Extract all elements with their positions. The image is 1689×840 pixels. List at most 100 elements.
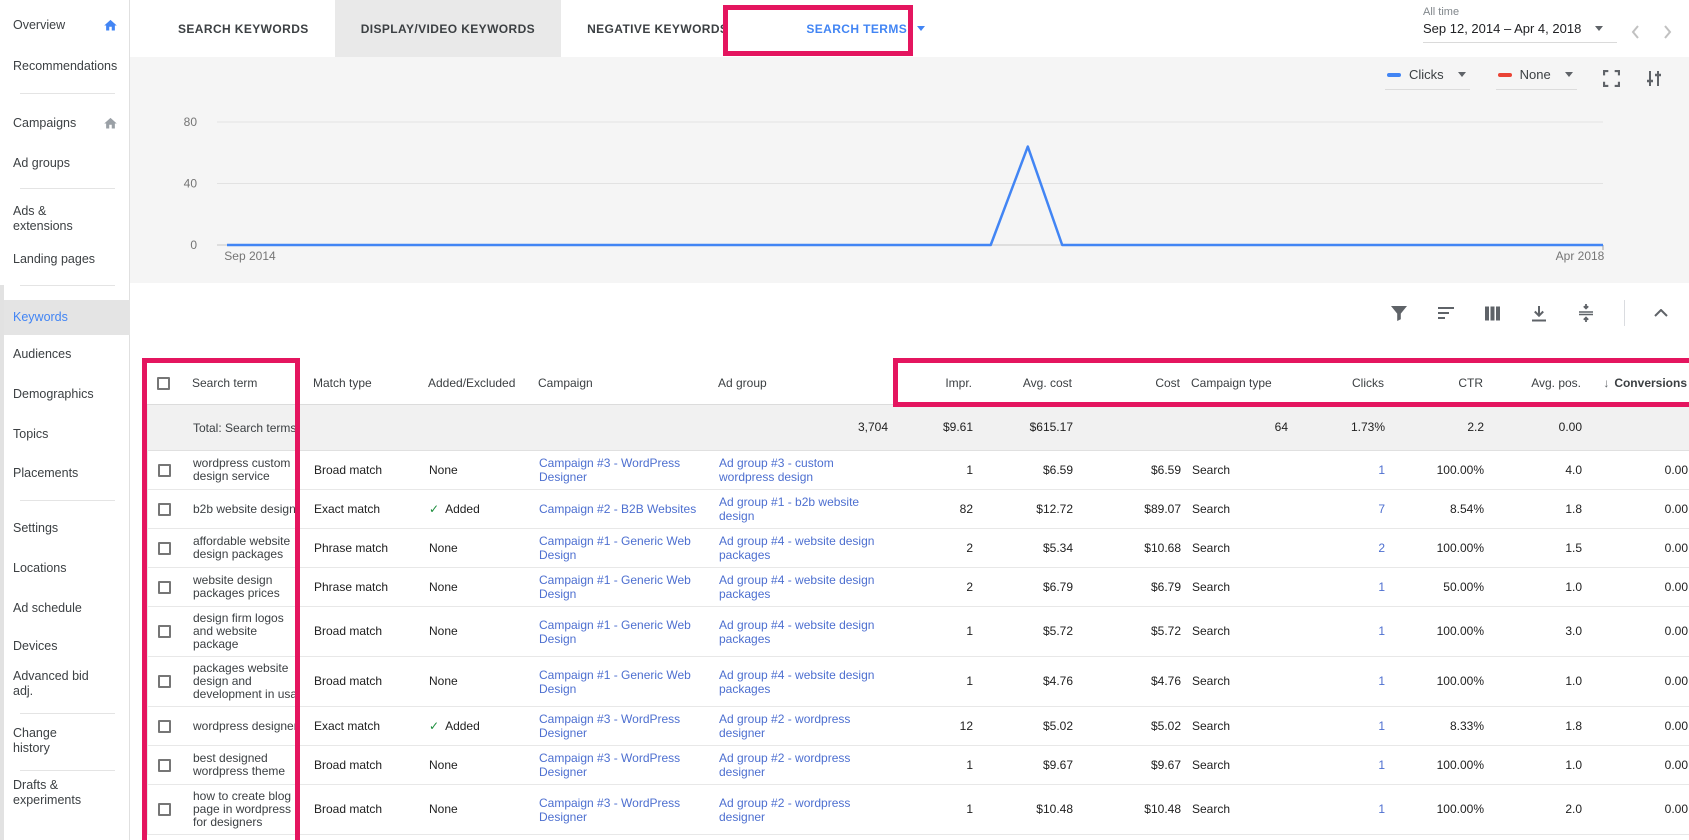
table-header-cell-search-term[interactable]: Search term: [180, 372, 305, 395]
campaign-link[interactable]: Campaign #1 - Generic Web Design: [531, 663, 711, 701]
ad-group-link[interactable]: Ad group #4 - website design packages: [711, 568, 891, 606]
date-prev-button[interactable]: [1625, 22, 1645, 42]
sidebar-item-recommendations[interactable]: Recommendations: [0, 51, 130, 81]
campaign-type-cell: Search: [1184, 459, 1291, 482]
table-header-cell-added-excluded[interactable]: Added/Excluded: [420, 372, 530, 395]
ad-group-link[interactable]: Ad group #2 - wordpress designer: [711, 746, 891, 784]
sidebar-item-ad-groups[interactable]: Ad groups: [0, 148, 130, 178]
row-checkbox[interactable]: [158, 720, 171, 733]
sidebar-item-label: Campaigns: [13, 116, 76, 131]
table-toolbar: [1390, 300, 1668, 326]
sidebar-item-landing-pages[interactable]: Landing pages: [0, 244, 130, 274]
segment-icon[interactable]: [1437, 305, 1455, 321]
tab-search-keywords[interactable]: SEARCH KEYWORDS: [152, 0, 335, 57]
table-header-cell-impr[interactable]: Impr.: [890, 372, 975, 395]
date-range-preset: All time: [1423, 6, 1617, 18]
clicks-cell: 1: [1291, 576, 1388, 599]
table-header-cell-avg-cost[interactable]: Avg. cost: [975, 372, 1075, 395]
table-header-cell-match-type[interactable]: Match type: [305, 372, 420, 395]
columns-icon[interactable]: [1484, 305, 1501, 322]
ad-group-link[interactable]: Ad group #4 - website design packages: [711, 663, 891, 701]
row-density-icon[interactable]: [1577, 304, 1595, 322]
tab-negative-keywords[interactable]: NEGATIVE KEYWORDS: [561, 0, 754, 57]
search-term-cell: affordable website design packages: [181, 530, 306, 566]
campaign-link[interactable]: Campaign #3 - WordPress Designer: [531, 451, 711, 489]
table-header-cell-campaign-type[interactable]: Campaign type: [1183, 372, 1290, 395]
row-checkbox[interactable]: [158, 759, 171, 772]
campaign-link[interactable]: Campaign #1 - Generic Web Design: [531, 529, 711, 567]
sidebar-item-campaigns[interactable]: Campaigns: [0, 108, 130, 138]
sidebar-item-demographics[interactable]: Demographics: [0, 379, 130, 409]
home-icon: [103, 116, 118, 131]
sidebar-item-drafts-experiments[interactable]: Drafts & experiments: [0, 778, 130, 808]
ad-group-link[interactable]: Ad group #3 - custom wordpress design: [711, 451, 891, 489]
date-range-value: Sep 12, 2014 – Apr 4, 2018: [1423, 21, 1581, 36]
chevron-up-icon[interactable]: [1654, 309, 1668, 317]
table-header-cell-ctr[interactable]: CTR: [1387, 372, 1486, 395]
clicks-line-chart: 80400Sep 2014Apr 2018: [130, 57, 1689, 283]
clicks-cell: 1: [1291, 798, 1388, 821]
avg-pos-cell: 1.0: [1487, 754, 1585, 777]
row-checkbox[interactable]: [158, 464, 171, 477]
sidebar-scrollbar[interactable]: [0, 285, 4, 840]
campaign-link[interactable]: Campaign #3 - WordPress Designer: [531, 746, 711, 784]
sidebar-item-placements[interactable]: Placements: [0, 458, 130, 488]
date-range-picker[interactable]: All time Sep 12, 2014 – Apr 4, 2018: [1423, 6, 1617, 43]
campaign-type-cell: Search: [1184, 576, 1291, 599]
table-header-cell-avg-pos[interactable]: Avg. pos.: [1486, 372, 1584, 395]
column-label: Added/Excluded: [428, 376, 515, 390]
avg-pos-cell: 2.0: [1487, 798, 1585, 821]
match-type-cell: Broad match: [306, 459, 421, 482]
row-checkbox[interactable]: [158, 625, 171, 638]
sidebar-item-ad-schedule[interactable]: Ad schedule: [0, 593, 130, 623]
sidebar-item-audiences[interactable]: Audiences: [0, 339, 130, 369]
table-header-cell-cost[interactable]: Cost: [1075, 372, 1183, 395]
ad-group-link[interactable]: Ad group #4 - website design packages: [711, 613, 891, 651]
search-term-cell: wordpress designer: [181, 715, 306, 738]
sidebar-item-advanced-bid-adj[interactable]: Advanced bid adj.: [0, 669, 130, 699]
added-excluded-label: None: [429, 674, 458, 688]
tab-search-terms[interactable]: SEARCH TERMS: [778, 0, 953, 57]
ad-group-link[interactable]: Ad group #2 - wordpress designer: [711, 707, 891, 745]
row-checkbox[interactable]: [158, 503, 171, 516]
avg-cost-cell: $4.76: [976, 670, 1076, 693]
sidebar-item-overview[interactable]: Overview: [0, 10, 130, 40]
row-checkbox[interactable]: [158, 675, 171, 688]
table-header-cell-campaign[interactable]: Campaign: [530, 372, 710, 395]
sidebar-item-ads-extensions[interactable]: Ads & extensions: [0, 204, 130, 234]
sidebar-item-change-history[interactable]: Change history: [0, 726, 130, 756]
campaign-link[interactable]: Campaign #1 - Generic Web Design: [531, 613, 711, 651]
row-checkbox[interactable]: [158, 542, 171, 555]
select-all-checkbox[interactable]: [157, 377, 170, 390]
sidebar-item-topics[interactable]: Topics: [0, 419, 130, 449]
match-type-cell: Broad match: [306, 798, 421, 821]
ad-group-link[interactable]: Ad group #1 - b2b website design: [711, 490, 891, 528]
table-header-cell-clicks[interactable]: Clicks: [1290, 372, 1387, 395]
ad-group-link[interactable]: Ad group #2 - wordpress designer: [711, 791, 891, 829]
sidebar-item-settings[interactable]: Settings: [0, 513, 130, 543]
ad-group-link[interactable]: Ad group #4 - website design packages: [711, 529, 891, 567]
download-icon[interactable]: [1530, 305, 1548, 322]
added-excluded-label: None: [429, 541, 458, 555]
avg-pos-cell: 1.8: [1487, 498, 1585, 521]
table-header-cell-conversions[interactable]: ↓Conversions: [1584, 372, 1689, 395]
campaign-link[interactable]: Campaign #3 - WordPress Designer: [531, 707, 711, 745]
sidebar-item-keywords[interactable]: Keywords: [0, 300, 130, 335]
row-checkbox[interactable]: [158, 581, 171, 594]
table-header-cell-ad-group[interactable]: Ad group: [710, 372, 890, 395]
sidebar-item-devices[interactable]: Devices: [0, 631, 130, 661]
campaign-link[interactable]: Campaign #3 - WordPress Designer: [531, 791, 711, 829]
ctr-cell: 100.00%: [1388, 620, 1487, 643]
tab-display-video-keywords[interactable]: DISPLAY/VIDEO KEYWORDS: [335, 0, 561, 57]
campaign-link[interactable]: Campaign #1 - Generic Web Design: [531, 568, 711, 606]
row-checkbox[interactable]: [158, 803, 171, 816]
campaign-type-cell: Search: [1184, 798, 1291, 821]
filter-icon[interactable]: [1390, 305, 1408, 322]
total-conversions-value: 0.00: [1487, 416, 1585, 439]
date-next-button[interactable]: [1657, 22, 1677, 42]
sidebar-item-locations[interactable]: Locations: [0, 553, 130, 583]
ctr-cell: 8.33%: [1388, 715, 1487, 738]
campaign-link[interactable]: Campaign #2 - B2B Websites: [531, 497, 711, 521]
sidebar-item-label: Ad groups: [13, 156, 70, 171]
avg-pos-cell: 1.8: [1487, 715, 1585, 738]
